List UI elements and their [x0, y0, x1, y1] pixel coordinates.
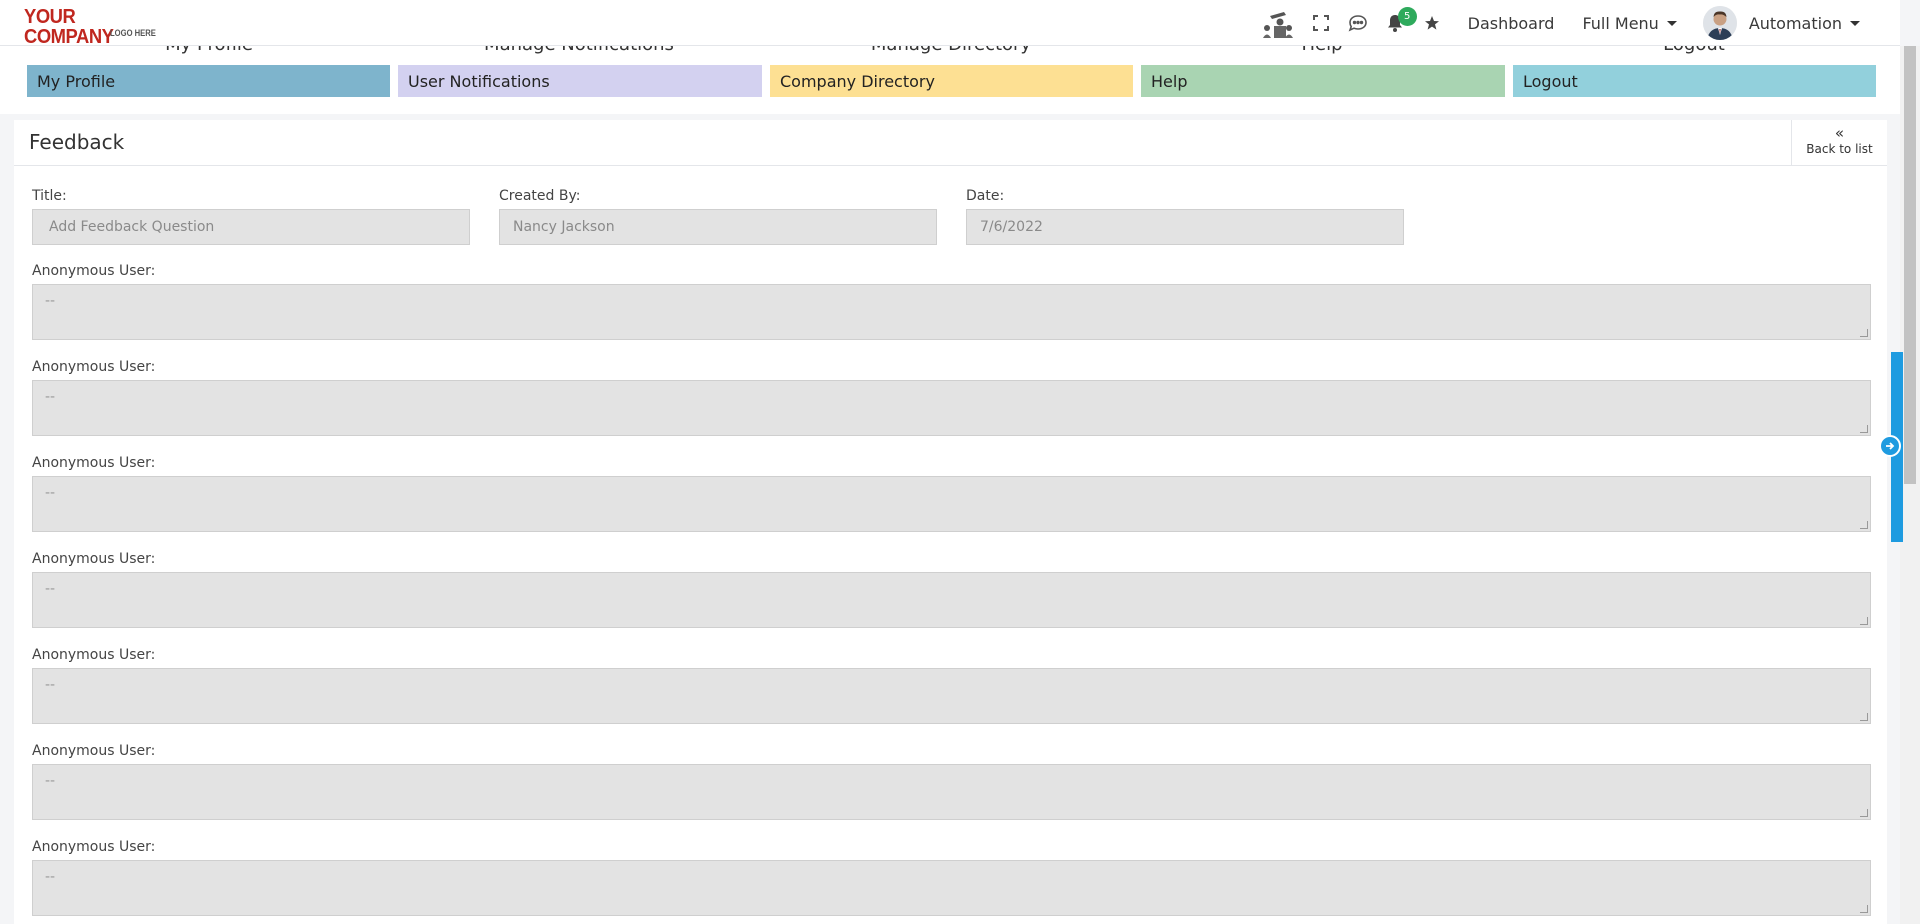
date-label: Date: — [966, 188, 1005, 204]
top-navbar: YOUR COMPANY LOGO HERE 5 Dashboard Full … — [0, 0, 1900, 47]
response-label: Anonymous User: — [32, 359, 156, 375]
response-value: -- — [45, 773, 56, 789]
response-value: -- — [45, 389, 56, 405]
back-to-list-button[interactable]: « Back to list — [1791, 120, 1887, 166]
response-textarea[interactable]: -- — [32, 764, 1871, 820]
title-label: Title: — [32, 188, 67, 204]
resize-grip-icon[interactable] — [1860, 809, 1868, 817]
response-textarea[interactable]: -- — [32, 476, 1871, 532]
full-menu-dropdown[interactable]: Full Menu — [1582, 13, 1677, 33]
resize-grip-icon[interactable] — [1860, 521, 1868, 529]
double-chevron-left-icon: « — [1834, 124, 1845, 142]
user-notifications-button[interactable]: User Notifications — [398, 65, 762, 97]
scrollbar-thumb[interactable] — [1904, 46, 1916, 484]
response-label: Anonymous User: — [32, 263, 156, 279]
chevron-down-icon — [1850, 20, 1860, 26]
response-label: Anonymous User: — [32, 551, 156, 567]
response-value: -- — [45, 677, 56, 693]
user-avatar[interactable] — [1702, 6, 1737, 40]
arrow-right-circle-icon[interactable] — [1879, 435, 1901, 457]
resize-grip-icon[interactable] — [1860, 905, 1868, 913]
response-value: -- — [45, 293, 56, 309]
org-chart-icon[interactable] — [1260, 0, 1294, 46]
logout-button[interactable]: Logout — [1513, 65, 1876, 97]
response-value: -- — [45, 581, 56, 597]
resize-grip-icon[interactable] — [1860, 713, 1868, 721]
quick-links-panel: My Profile Manage Notifications Manage D… — [0, 34, 1900, 114]
response-label: Anonymous User: — [32, 839, 156, 855]
response-textarea[interactable]: -- — [32, 284, 1871, 340]
response-textarea[interactable]: -- — [32, 380, 1871, 436]
chat-icon[interactable] — [1348, 0, 1368, 46]
company-logo[interactable]: YOUR COMPANY LOGO HERE — [24, 7, 164, 47]
response-label: Anonymous User: — [32, 647, 156, 663]
title-field[interactable]: Add Feedback Question — [32, 209, 470, 245]
resize-grip-icon[interactable] — [1860, 329, 1868, 337]
feedback-card: Feedback « Back to list Title: Add Feedb… — [14, 120, 1887, 924]
my-profile-button[interactable]: My Profile — [27, 65, 390, 97]
created-by-label: Created By: — [499, 188, 581, 204]
response-textarea[interactable]: -- — [32, 668, 1871, 724]
logo-text: YOUR COMPANY — [24, 6, 114, 48]
fullscreen-icon[interactable] — [1312, 0, 1330, 46]
user-name: Automation — [1748, 13, 1842, 33]
logo-subtext: LOGO HERE — [110, 28, 156, 38]
notifications-bell-icon[interactable]: 5 — [1386, 0, 1417, 46]
chevron-down-icon — [1666, 20, 1677, 26]
company-directory-button[interactable]: Company Directory — [770, 65, 1133, 97]
user-menu-dropdown[interactable]: Automation — [1749, 14, 1860, 33]
response-textarea[interactable]: -- — [32, 860, 1871, 916]
dashboard-link[interactable]: Dashboard — [1468, 14, 1555, 33]
response-textarea[interactable]: -- — [32, 572, 1871, 628]
notification-count-badge: 5 — [1397, 7, 1417, 26]
response-label: Anonymous User: — [32, 455, 156, 471]
favorites-star-icon[interactable] — [1424, 0, 1440, 46]
full-menu-label: Full Menu — [1582, 13, 1659, 33]
date-field[interactable]: 7/6/2022 — [966, 209, 1404, 245]
response-value: -- — [45, 485, 56, 501]
resize-grip-icon[interactable] — [1860, 617, 1868, 625]
response-label: Anonymous User: — [32, 743, 156, 759]
back-to-list-label: Back to list — [1806, 142, 1873, 156]
resize-grip-icon[interactable] — [1860, 425, 1868, 433]
page-title: Feedback — [29, 130, 125, 154]
created-by-field[interactable]: Nancy Jackson — [499, 209, 937, 245]
card-header: Feedback « Back to list — [14, 120, 1887, 166]
help-button[interactable]: Help — [1141, 65, 1505, 97]
response-value: -- — [45, 869, 56, 885]
